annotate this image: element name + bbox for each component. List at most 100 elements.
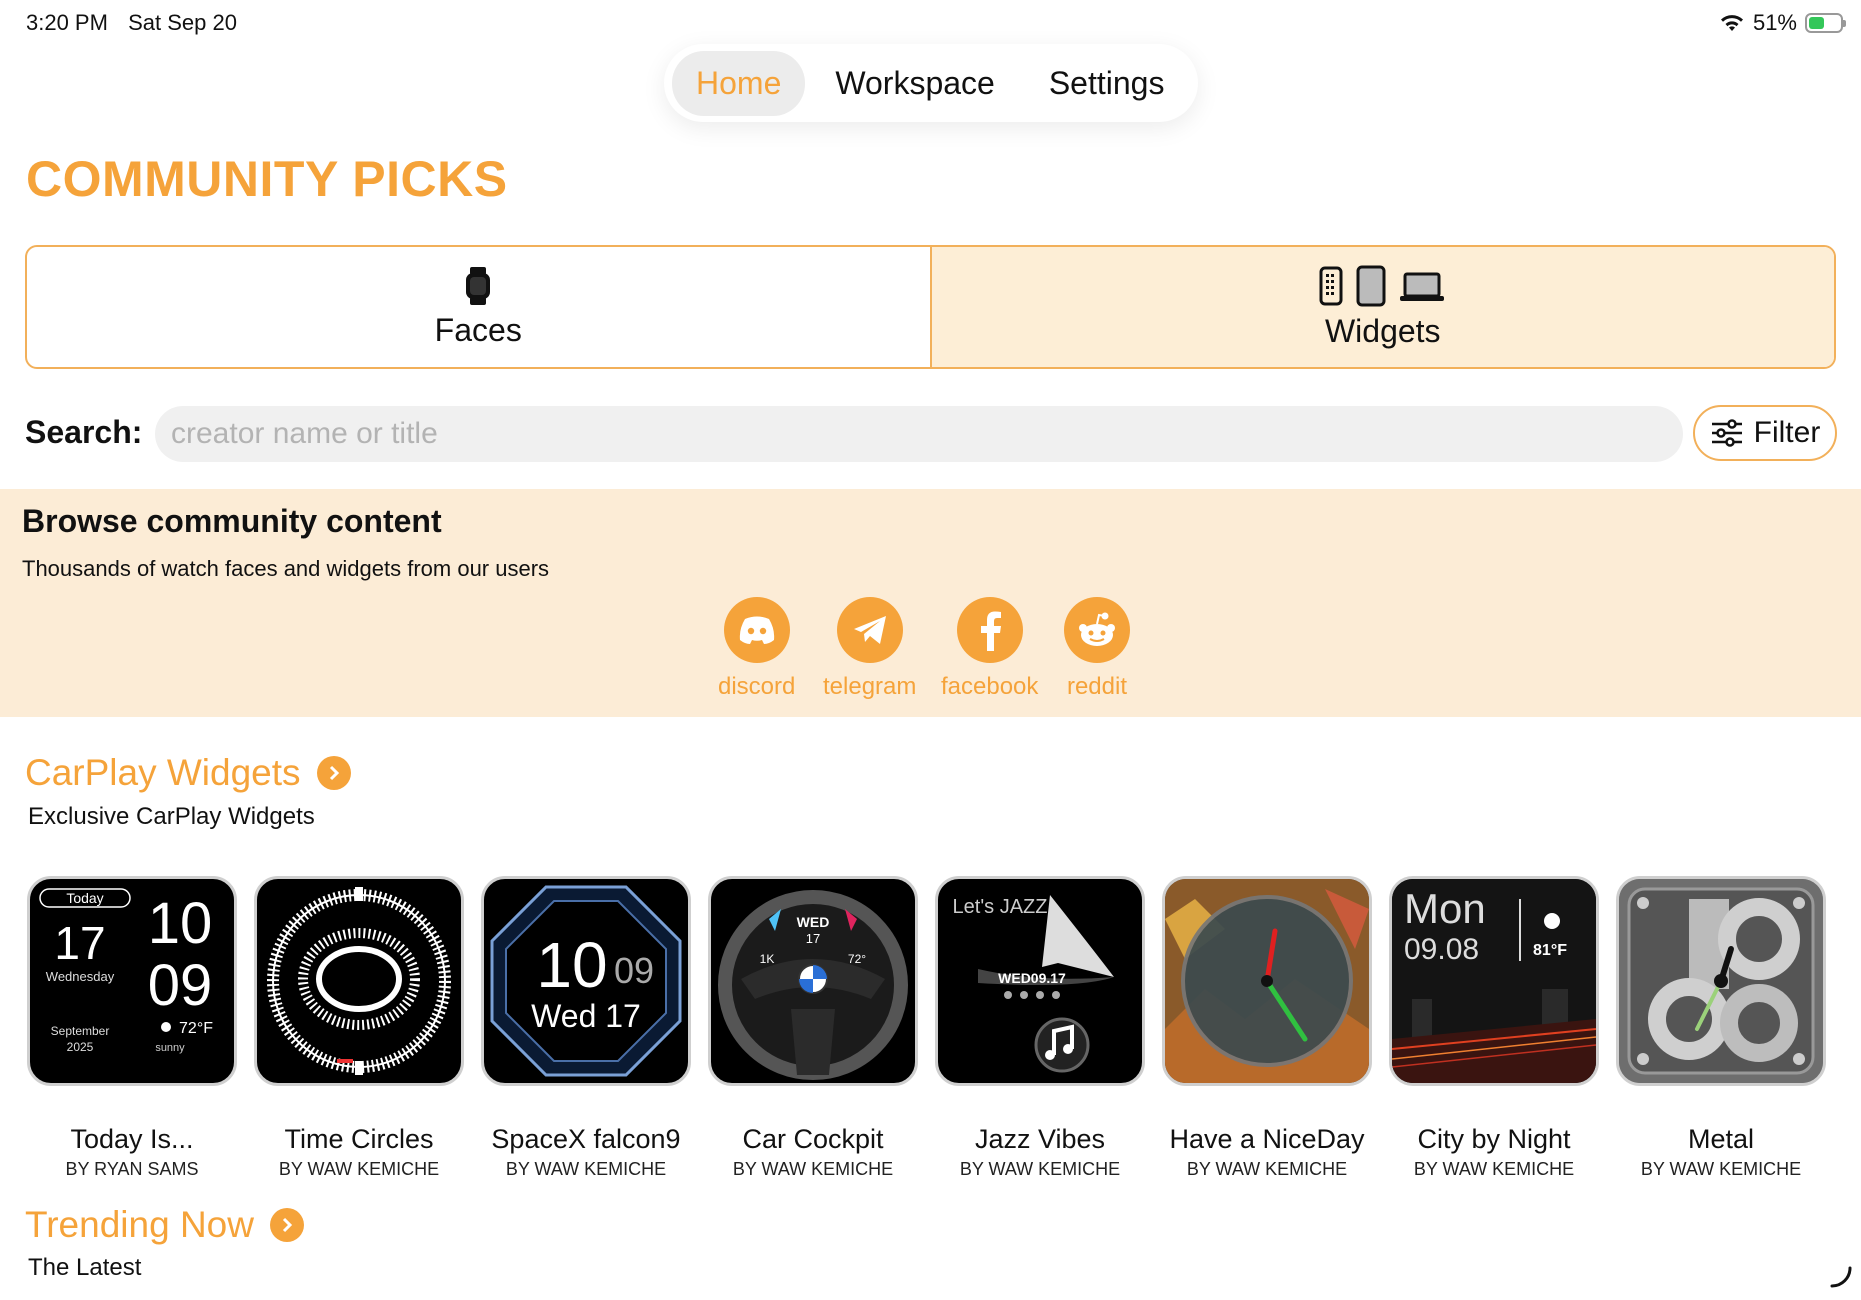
telegram-link[interactable]: telegram [823,597,916,701]
thumb-date: WED09.17 [998,970,1066,986]
search-input[interactable] [155,406,1683,462]
telegram-icon [836,597,903,663]
content-type-segmented-control: Faces Widgets [25,245,1836,369]
tab-workspace[interactable]: Workspace [811,51,1018,116]
watch-icon [466,266,491,305]
banner-subtitle: Thousands of watch faces and widgets fro… [22,556,550,581]
thumb-temp: 81°F [1533,942,1567,959]
thumb-date: Wed 17 [531,998,641,1034]
facebook-icon [956,597,1023,663]
facebook-link[interactable]: facebook [941,597,1038,701]
thumb-hour: 10 [148,891,213,956]
widget-card-metal[interactable]: Metal BY WAW KEMICHE [1616,876,1826,1180]
widget-thumbnail [1616,876,1826,1086]
thumb-day: WED [797,914,830,930]
discord-label: discord [718,673,796,700]
trending-title: Trending Now [25,1204,254,1245]
widget-card-car-cockpit[interactable]: WED 17 1K 72° Car Cockpit BY WAW KEMICHE [708,876,918,1180]
carplay-subtitle: Exclusive CarPlay Widgets [28,803,315,830]
search-label: Search: [25,414,143,450]
thumb-day: Mon [1404,885,1486,932]
widget-card-have-a-niceday[interactable]: Have a NiceDay BY WAW KEMICHE [1162,876,1372,1180]
widget-author: BY WAW KEMICHE [278,1159,440,1179]
thumb-day-number: 17 [54,917,105,969]
thumb-right: 72° [848,952,866,966]
thumb-hour: 10 [536,929,607,1001]
widget-title: Today Is... [70,1124,194,1154]
widget-title: Metal [1687,1124,1755,1154]
loading-spinner-icon [1830,1266,1852,1288]
reddit-label: reddit [1066,673,1128,700]
status-time: 3:20 PM [26,10,108,35]
widget-card-jazz-vibes[interactable]: Let's JAZZ WED09.17 Jazz Vibes BY WAW KE… [935,876,1145,1180]
thumb-year: 2025 [67,1040,94,1054]
thumb-minute: 09 [614,950,654,991]
thumb-time: 09.08 [1404,933,1479,966]
widget-title: SpaceX falcon9 [491,1124,681,1154]
discord-link[interactable]: discord [718,597,795,701]
trending-subtitle: The Latest [28,1254,142,1281]
widget-author: BY WAW KEMICHE [505,1159,667,1179]
facebook-label: facebook [941,673,1039,700]
trending-section-title: Trending Now [25,1204,304,1246]
carplay-title: CarPlay Widgets [25,752,301,793]
devices-icon [1319,265,1444,306]
widget-author: BY WAW KEMICHE [732,1159,894,1179]
thumb-temp: 72°F [179,1020,213,1037]
widget-title: Car Cockpit [742,1124,884,1154]
widget-thumbnail [1162,876,1372,1086]
thumb-weekday: Wednesday [46,969,115,984]
widget-title: Time Circles [284,1124,434,1154]
telegram-label: telegram [823,673,917,700]
widget-title: Jazz Vibes [974,1124,1106,1154]
battery-icon [1805,13,1846,33]
thumb-left: 1K [760,952,775,966]
segment-faces-label: Faces [434,311,522,348]
widget-card-time-circles[interactable]: Time Circles BY WAW KEMICHE [254,876,464,1180]
chevron-right-icon[interactable] [316,756,351,790]
segment-faces[interactable]: Faces [27,247,930,367]
status-bar-right: 51% [1719,10,1846,36]
widget-thumbnail: 10 09 Wed 17 [481,876,691,1086]
thumb-today-label: Today [66,890,103,906]
widget-author: BY WAW KEMICHE [1186,1159,1348,1179]
widget-thumbnail [254,876,464,1086]
thumb-logo: Let's JAZZ [953,896,1048,918]
widget-card-spacex-falcon9[interactable]: 10 09 Wed 17 SpaceX falcon9 BY WAW KEMIC… [481,876,691,1180]
widget-card-today-is[interactable]: Today 17 Wednesday September 2025 10 09 … [27,876,237,1180]
widget-title: City by Night [1417,1124,1571,1154]
tab-home[interactable]: Home [672,50,806,116]
segment-widgets-label: Widgets [1324,312,1441,349]
segment-widgets[interactable]: Widgets [929,247,1834,367]
battery-fill [1809,17,1825,29]
reddit-icon [1064,597,1130,663]
thumb-month: September [51,1024,110,1038]
widget-thumbnail: Today 17 Wednesday September 2025 10 09 … [27,876,237,1086]
wifi-icon [1720,15,1743,31]
widget-thumbnail: WED 17 1K 72° [708,876,918,1086]
page-title: COMMUNITY PICKS [26,151,508,207]
thumb-date: 17 [806,931,820,946]
widget-thumbnail: Let's JAZZ WED09.17 [935,876,1145,1086]
tab-settings[interactable]: Settings [1025,51,1189,116]
widget-author: BY RYAN SAMS [65,1159,199,1179]
carplay-section-title: CarPlay Widgets [25,752,351,794]
widget-author: BY WAW KEMICHE [1640,1159,1802,1179]
chevron-right-icon[interactable] [269,1208,304,1242]
sliders-icon [1711,419,1742,447]
filter-label: Filter [1753,416,1821,449]
widget-thumbnail: Mon 09.08 81°F [1389,876,1599,1086]
status-date: Sat Sep 20 [128,10,237,35]
discord-icon [723,597,790,663]
status-bar-left: 3:20 PM Sat Sep 20 [26,10,251,36]
widget-author: BY WAW KEMICHE [1413,1159,1575,1179]
thumb-minute: 09 [148,953,213,1018]
top-nav: Home Workspace Settings [664,44,1198,122]
widget-author: BY WAW KEMICHE [959,1159,1121,1179]
battery-percent: 51% [1752,10,1797,35]
thumb-condition: sunny [155,1042,185,1054]
filter-button[interactable]: Filter [1693,405,1837,461]
reddit-link[interactable]: reddit [1064,597,1130,701]
widget-card-city-by-night[interactable]: Mon 09.08 81°F City by Night BY WAW KEMI… [1389,876,1599,1180]
banner-title: Browse community content [22,503,442,539]
